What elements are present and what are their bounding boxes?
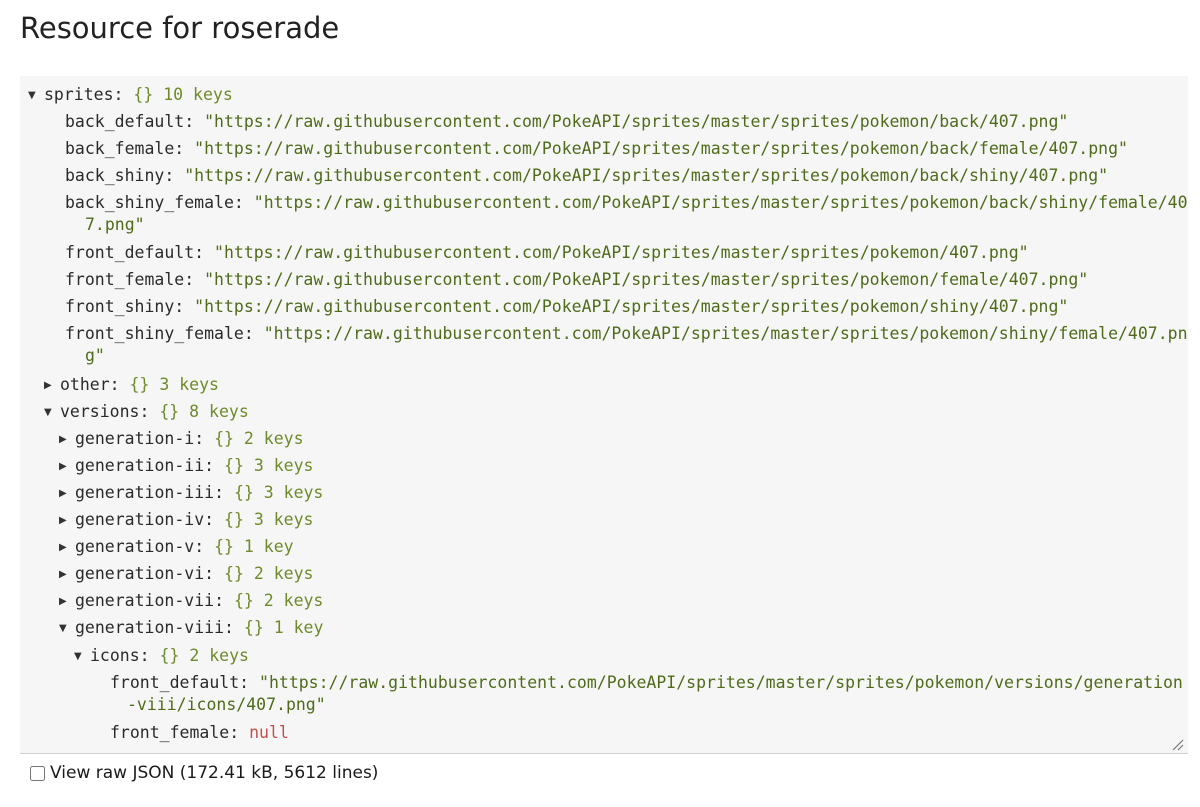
tree-node-icons[interactable]: ▼ icons: {} 2 keys (74, 645, 249, 668)
node-brace: {} (224, 510, 244, 529)
node-brace: {} (233, 591, 254, 610)
expanded-triangle-icon[interactable]: ▼ (28, 85, 44, 107)
tree-leaf-back-shiny: back_shiny: "https://raw.githubuserconte… (65, 166, 1109, 185)
collapsed-triangle-icon[interactable]: ▶ (59, 456, 75, 478)
tree-node-other[interactable]: ▶ other: {} 3 keys (44, 374, 219, 397)
collapsed-triangle-icon[interactable]: ▶ (59, 537, 75, 559)
tree-leaf-icons-front-default: front_default: "https://raw.githubuserco… (110, 673, 1183, 714)
tree-node-generation-ii[interactable]: ▶ generation-ii: {} 3 keys (59, 455, 313, 478)
node-key: generation-iv (75, 510, 205, 529)
view-raw-json-label: View raw JSON (172.41 kB, 5612 lines) (50, 763, 379, 783)
node-key: generation-v (75, 537, 195, 556)
tree-node-sprites[interactable]: ▼ sprites: {} 10 keys (28, 84, 233, 107)
node-count: 3 keys (159, 375, 219, 394)
json-tree-viewer[interactable]: ▼ sprites: {} 10 keys back_default: "http… (20, 76, 1188, 754)
node-key: generation-vii (75, 591, 215, 610)
collapsed-triangle-icon[interactable]: ▶ (59, 483, 75, 505)
page-title: Resource for roserade (20, 11, 340, 45)
node-key: icons (90, 646, 140, 665)
tree-leaf-back-female: back_female: "https://raw.githubusercont… (65, 139, 1128, 158)
tree-leaf-front-shiny: front_shiny: "https://raw.githubusercont… (65, 297, 1069, 316)
node-count: 8 keys (189, 402, 249, 421)
tree-leaf-front-shiny-female: front_shiny_female: "https://raw.githubu… (65, 324, 1188, 365)
tree-node-generation-v[interactable]: ▶ generation-v: {} 1 key (59, 536, 294, 559)
leaf-key: back_shiny_female (65, 193, 234, 212)
leaf-string-value: "https://raw.githubusercontent.com/PokeA… (204, 112, 1069, 131)
node-brace: {} (233, 483, 254, 502)
collapsed-triangle-icon[interactable]: ▶ (44, 375, 60, 397)
tree-node-versions[interactable]: ▼ versions: {} 8 keys (44, 401, 249, 424)
node-brace: {} (159, 402, 180, 421)
scrolled-content-edge-bottom (112, 750, 192, 753)
leaf-key: front_female (110, 723, 230, 742)
tree-node-generation-i[interactable]: ▶ generation-i: {} 2 keys (59, 428, 304, 451)
collapsed-triangle-icon[interactable]: ▶ (59, 510, 75, 532)
node-brace: {} (129, 375, 150, 394)
node-key: generation-iii (75, 483, 215, 502)
leaf-string-value: "https://raw.githubusercontent.com/PokeA… (194, 139, 1128, 158)
node-brace: {} (214, 537, 234, 556)
leaf-string-value: "https://raw.githubusercontent.com/PokeA… (194, 297, 1069, 316)
leaf-key: back_default (65, 112, 185, 131)
node-count: 1 key (273, 618, 324, 637)
node-count: 10 keys (163, 85, 233, 104)
collapsed-triangle-icon[interactable]: ▶ (59, 591, 75, 613)
node-count: 3 keys (263, 483, 324, 502)
leaf-key: front_shiny (65, 297, 175, 316)
tree-node-generation-iv[interactable]: ▶ generation-iv: {} 3 keys (59, 509, 313, 532)
resize-grip-icon[interactable] (1170, 737, 1184, 751)
node-count: 2 keys (189, 646, 249, 665)
scrolled-content-edge (120, 76, 520, 80)
node-key: generation-viii (75, 618, 225, 637)
leaf-key: back_shiny (65, 166, 165, 185)
node-key: generation-vi (75, 564, 205, 583)
node-brace: {} (243, 618, 264, 637)
node-key: generation-i (75, 429, 195, 448)
tree-leaf-front-default: front_default: "https://raw.githubuserco… (65, 243, 1029, 262)
node-brace: {} (159, 646, 180, 665)
leaf-null-value: null (249, 723, 289, 742)
tree-node-generation-iii[interactable]: ▶ generation-iii: {} 3 keys (59, 482, 323, 505)
node-count: 1 key (243, 537, 294, 556)
leaf-key: front_shiny_female (65, 324, 244, 343)
expanded-triangle-icon[interactable]: ▼ (74, 646, 90, 668)
view-raw-json-checkbox[interactable] (30, 765, 45, 781)
view-raw-json-toggle[interactable]: View raw JSON (172.41 kB, 5612 lines) (30, 762, 378, 784)
node-key: generation-ii (75, 456, 205, 475)
node-count: 2 keys (243, 429, 304, 448)
leaf-key: back_female (65, 139, 175, 158)
leaf-string-value: "https://raw.githubusercontent.com/PokeA… (204, 270, 1089, 289)
node-brace: {} (224, 456, 244, 475)
leaf-string-value: "https://raw.githubusercontent.com/PokeA… (184, 166, 1109, 185)
node-brace: {} (214, 429, 234, 448)
collapsed-triangle-icon[interactable]: ▶ (59, 564, 75, 586)
leaf-string-value: "https://raw.githubusercontent.com/PokeA… (127, 673, 1183, 714)
tree-leaf-back-default: back_default: "https://raw.githubusercon… (65, 112, 1069, 131)
node-brace: {} (224, 564, 244, 583)
tree-node-generation-vi[interactable]: ▶ generation-vi: {} 2 keys (59, 563, 313, 586)
node-count: 2 keys (263, 591, 324, 610)
tree-node-generation-vii[interactable]: ▶ generation-vii: {} 2 keys (59, 590, 323, 613)
tree-node-generation-viii[interactable]: ▼ generation-viii: {} 1 key (59, 617, 323, 640)
tree-leaf-icons-front-female: front_female: null (110, 723, 289, 742)
collapsed-triangle-icon[interactable]: ▶ (59, 429, 75, 451)
node-brace: {} (133, 85, 154, 104)
node-count: 3 keys (253, 456, 314, 475)
node-key: versions (60, 402, 140, 421)
expanded-triangle-icon[interactable]: ▼ (59, 618, 75, 640)
leaf-key: front_default (110, 673, 240, 692)
node-count: 3 keys (253, 510, 314, 529)
leaf-key: front_female (65, 270, 185, 289)
tree-leaf-front-female: front_female: "https://raw.githubusercon… (65, 270, 1089, 289)
tree-leaf-back-shiny-female: back_shiny_female: "https://raw.githubus… (65, 193, 1188, 234)
node-key: other (60, 375, 110, 394)
leaf-key: front_default (65, 243, 195, 262)
leaf-string-value: "https://raw.githubusercontent.com/PokeA… (214, 243, 1029, 262)
expanded-triangle-icon[interactable]: ▼ (44, 402, 60, 424)
node-count: 2 keys (253, 564, 314, 583)
node-key: sprites (44, 85, 114, 104)
